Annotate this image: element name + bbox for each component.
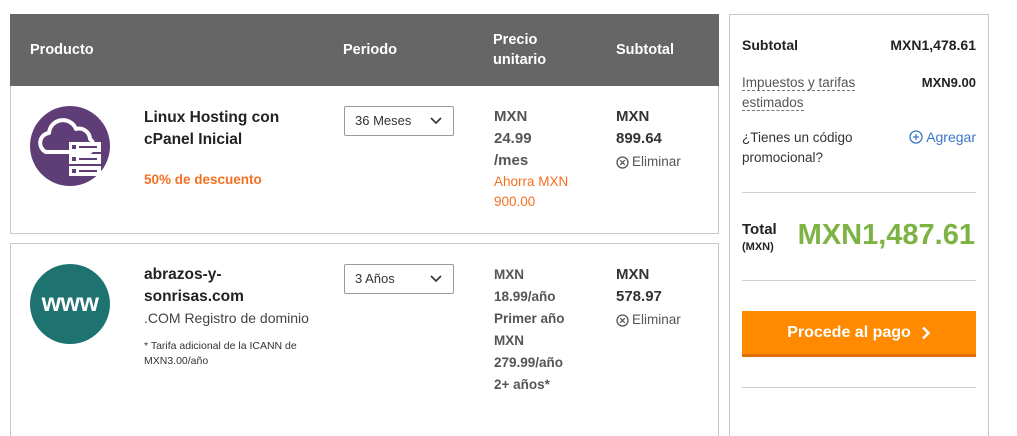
- chevron-down-icon: [430, 117, 442, 125]
- product-name: Linux Hosting con cPanel Inicial: [144, 109, 280, 148]
- subtotal-currency: MXN: [616, 108, 650, 125]
- chevron-right-icon: [921, 326, 930, 339]
- item-subtotal: MXN 899.64 Eliminar: [616, 106, 706, 173]
- add-promo-button[interactable]: Agregar: [909, 129, 976, 145]
- total-value: MXN1,487.61: [797, 219, 975, 251]
- divider: [742, 387, 976, 388]
- unit-price: MXN 18.99/año Primer año MXN 279.99/año …: [494, 264, 589, 396]
- unit-price: MXN 24.99 /mes Ahorra MXN 900.00: [494, 106, 589, 212]
- promo-add-row: Agregar: [742, 129, 976, 147]
- remove-button[interactable]: Eliminar: [616, 151, 706, 173]
- period-select-value: 36 Meses: [355, 113, 412, 128]
- www-icon-text: www: [41, 289, 99, 317]
- total-currency: (MXN): [742, 241, 774, 253]
- order-summary: Subtotal MXN1,478.61 Impuestos y tarifas…: [729, 14, 989, 436]
- subtotal-amount: 899.64: [616, 130, 662, 147]
- total-label-text: Total: [742, 221, 777, 238]
- subtotal-amount: 578.97: [616, 288, 662, 305]
- savings-label: Ahorra MXN 900.00: [494, 174, 569, 209]
- cart-item-domain: www abrazos-y-sonrisas.com .COM Registro…: [10, 243, 719, 436]
- remove-button[interactable]: Eliminar: [616, 309, 706, 331]
- price-first-year-amount: 18.99/año: [494, 289, 556, 304]
- discount-label: 50% de descuento: [144, 172, 262, 187]
- checkout-button[interactable]: Procede al pago: [742, 311, 976, 357]
- remove-label: Eliminar: [632, 154, 681, 169]
- plus-circle-icon: [909, 130, 923, 144]
- product-name: abrazos-y-sonrisas.com: [144, 266, 244, 305]
- item-subtotal: MXN 578.97 Eliminar: [616, 264, 706, 331]
- period-select-value: 3 Años: [355, 271, 395, 286]
- divider: [742, 192, 976, 193]
- header-unit-price: Precio unitario: [493, 32, 547, 68]
- total-label: Total (MXN): [742, 221, 777, 255]
- close-circle-icon: [616, 313, 629, 327]
- price-currency: MXN: [494, 267, 524, 282]
- price-first-year-label: Primer año: [494, 311, 565, 326]
- taxes-value: MXN9.00: [921, 75, 976, 90]
- add-promo-label: Agregar: [926, 129, 976, 145]
- header-period: Periodo: [343, 42, 397, 58]
- period-select[interactable]: 36 Meses: [344, 106, 454, 136]
- subtotal-currency: MXN: [616, 266, 650, 283]
- hosting-server-cloud-icon: [30, 106, 110, 186]
- cart-item-hosting: Linux Hosting con cPanel Inicial 50% de …: [10, 86, 719, 234]
- period-select[interactable]: 3 Años: [344, 264, 454, 294]
- summary-subtotal-value: MXN1,478.61: [890, 37, 976, 53]
- header-product: Producto: [30, 42, 94, 58]
- www-icon: www: [30, 264, 110, 344]
- icann-fee-note: * Tarifa adicional de la ICANN de MXN3.0…: [144, 340, 297, 367]
- cart-table: Producto Periodo Precio unitario Subtota…: [10, 14, 719, 436]
- divider: [742, 280, 976, 281]
- remove-label: Eliminar: [632, 312, 681, 327]
- price-currency-renewal: MXN: [494, 333, 524, 348]
- price-currency: MXN: [494, 108, 528, 125]
- cart-header: Producto Periodo Precio unitario Subtota…: [10, 14, 719, 86]
- price-amount: 24.99: [494, 130, 532, 147]
- close-circle-icon: [616, 155, 629, 169]
- price-renewal-amount: 279.99/año: [494, 355, 564, 370]
- chevron-down-icon: [430, 275, 442, 283]
- product-description: .COM Registro de dominio: [144, 310, 309, 326]
- price-renewal-label: 2+ años*: [494, 377, 550, 392]
- checkout-label: Procede al pago: [787, 323, 911, 341]
- price-period: /mes: [494, 152, 529, 169]
- header-subtotal: Subtotal: [616, 42, 674, 58]
